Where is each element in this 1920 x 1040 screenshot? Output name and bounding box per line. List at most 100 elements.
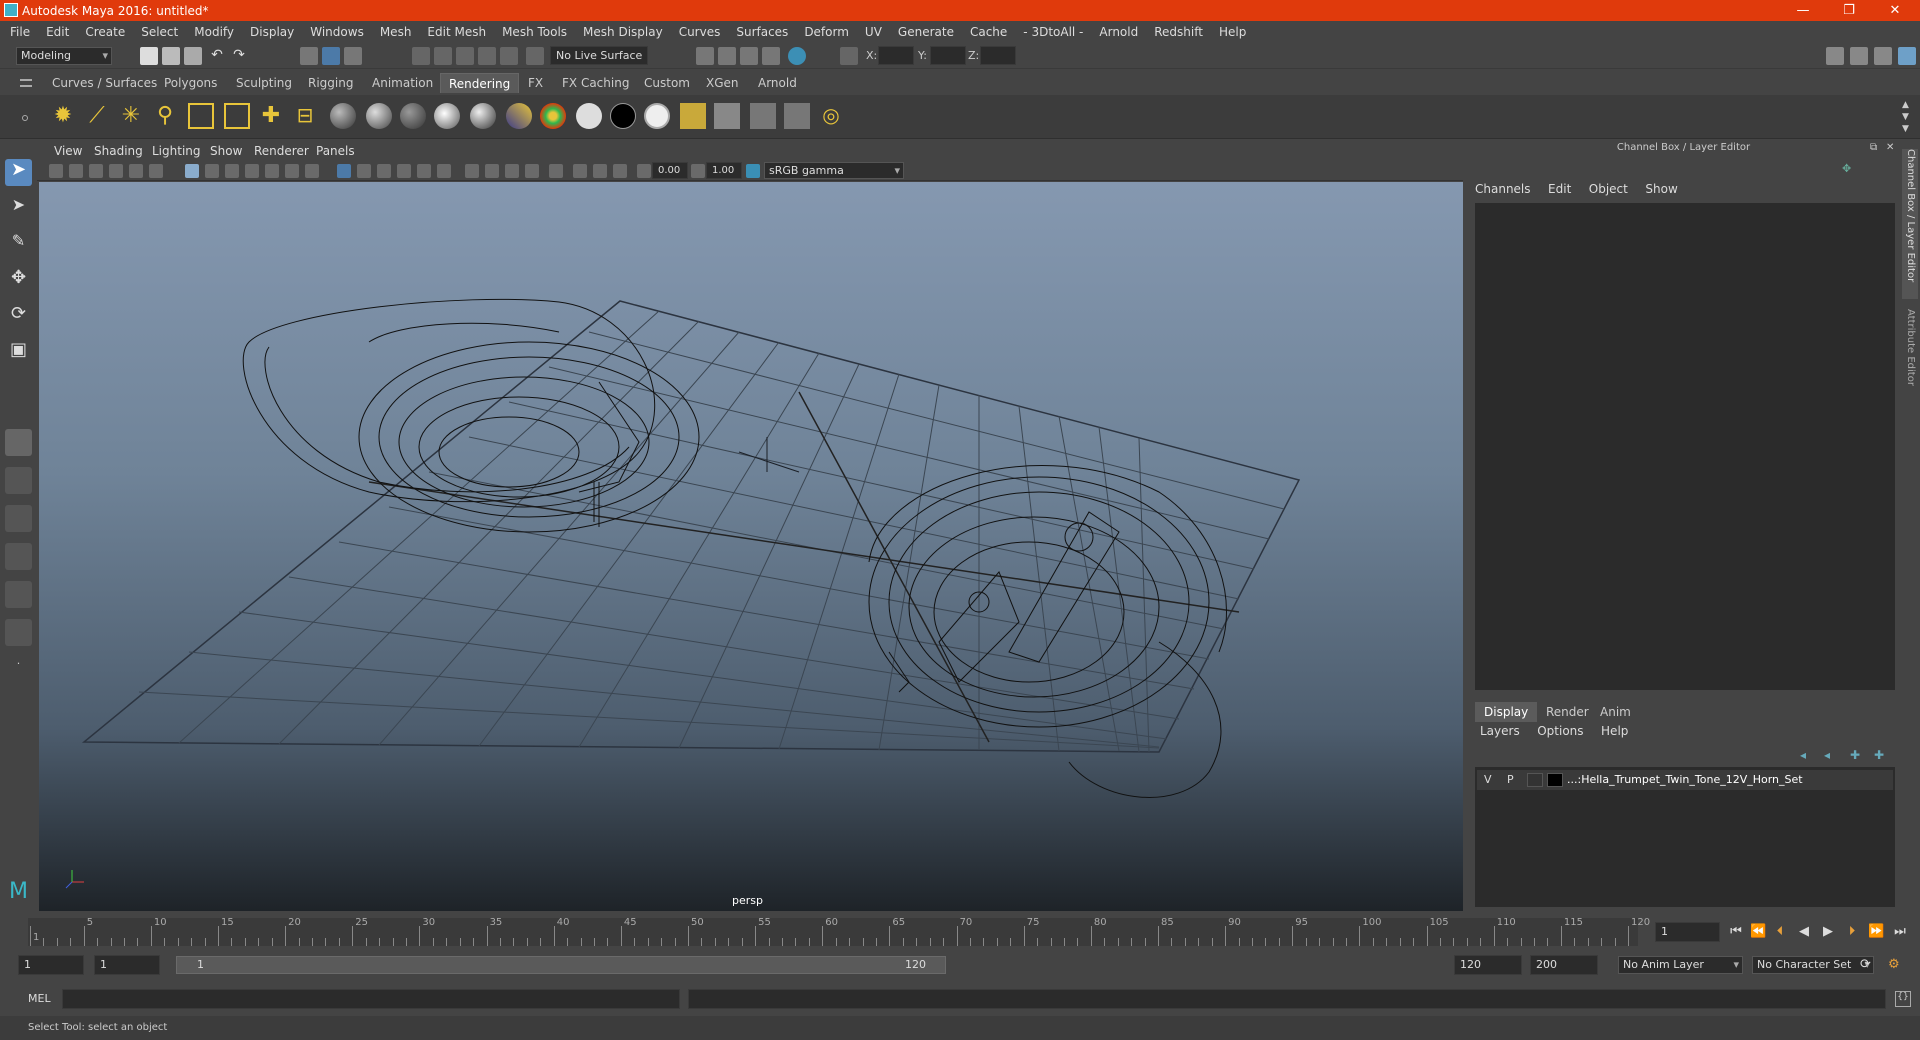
time-slider[interactable]: 1 5 10 15 20 25 30 35 40 45 50 55 60 65 70 75 80 85 90 95 10… [28,917,1650,946]
color-management-icon[interactable] [746,164,760,178]
select-component-icon[interactable] [344,47,362,65]
scale-tool-icon[interactable]: ▣ [5,339,32,366]
menu-deform[interactable]: Deform [804,25,849,39]
shelf-menu-icon[interactable] [20,79,32,87]
anim-preferences-icon[interactable]: ⚙ [1888,957,1904,973]
range-slider[interactable]: 1 120 [176,956,946,974]
step-back-key-icon[interactable]: ⏴ [1772,924,1788,940]
menu-curves[interactable]: Curves [679,25,721,39]
layer-color-swatch[interactable] [1547,773,1563,787]
menu-mesh[interactable]: Mesh [380,25,412,39]
play-backwards-icon[interactable]: ◀ [1796,924,1812,940]
wireframe-icon[interactable] [337,164,351,178]
attribute-editor-toggle-icon[interactable] [1850,47,1868,65]
render-settings-icon[interactable] [696,47,714,65]
menuset-dropdown[interactable]: Modeling [16,47,112,65]
rotate-tool-icon[interactable]: ⟳ [5,303,32,330]
hypershade-shelf-icon[interactable]: ◎ [818,103,844,129]
transform-constraint-icon[interactable] [840,47,858,65]
step-forward-icon[interactable]: ⏩ [1868,924,1884,940]
anti-aliasing-icon[interactable] [505,164,519,178]
bake-icon[interactable] [750,103,776,129]
panel-float-icon[interactable]: ⧉ [1870,142,1877,153]
isolate-select-icon[interactable] [549,164,563,178]
minimize-button[interactable]: — [1780,0,1826,21]
motion-blur-icon[interactable] [485,164,499,178]
lasso-tool-icon[interactable]: ➤ [5,195,32,222]
paint-select-tool-icon[interactable]: ✎ [5,231,32,258]
channel-box-settings-icon[interactable]: ✥ [1842,162,1851,175]
wireframe-on-shaded-icon[interactable] [377,164,391,178]
film-gate-icon[interactable] [205,164,219,178]
tab-sculpting[interactable]: Sculpting [228,73,300,93]
blinn-icon[interactable] [366,103,392,129]
tab-animation[interactable]: Animation [364,73,441,93]
y-field[interactable] [930,46,966,65]
graph-view-icon[interactable] [5,581,32,608]
render-view-shelf-icon[interactable] [680,103,706,129]
gamma-icon[interactable] [691,164,705,178]
lambert-icon[interactable] [330,103,356,129]
viewport-menu-view[interactable]: View [54,144,82,158]
undo-icon[interactable]: ↶ [208,47,226,65]
viewport-menu-panels[interactable]: Panels [316,144,355,158]
menu-redshift[interactable]: Redshift [1154,25,1203,39]
viewport-menu-show[interactable]: Show [210,144,242,158]
new-layer-selected-icon[interactable]: ✚ [1874,748,1884,762]
menu-surfaces[interactable]: Surfaces [736,25,788,39]
tab-arnold[interactable]: Arnold [750,73,805,93]
exposure-icon[interactable] [637,164,651,178]
depth-of-field-icon[interactable] [525,164,539,178]
redo-icon[interactable]: ↷ [230,47,248,65]
tab-fx-caching[interactable]: FX Caching [554,73,637,93]
layers-menu[interactable]: Layers [1480,724,1520,738]
shelf-scroll-icon[interactable]: ▲ ▼ ▼ [1902,99,1909,135]
safe-action-icon[interactable] [285,164,299,178]
step-back-icon[interactable]: ⏪ [1750,924,1766,940]
menu-cache[interactable]: Cache [970,25,1007,39]
go-to-start-icon[interactable]: ⏮ [1728,924,1744,940]
help-menu[interactable]: Help [1601,724,1628,738]
anim-layer-dropdown[interactable]: No Anim Layer [1618,956,1743,974]
move-layer-up-icon[interactable]: ◂ [1800,748,1806,762]
restore-button[interactable]: ❐ [1826,0,1872,21]
side-tab-channel-box[interactable]: Channel Box / Layer Editor [1902,149,1918,299]
gate-mask-icon[interactable] [245,164,259,178]
menu-arnold[interactable]: Arnold [1099,25,1138,39]
xray-active-icon[interactable] [593,164,607,178]
tab-fx[interactable]: FX [520,73,551,93]
menu-create[interactable]: Create [85,25,125,39]
viewport-menu-lighting[interactable]: Lighting [152,144,201,158]
camera-icon[interactable]: ✚ [258,103,284,129]
layer-playback-toggle[interactable]: P [1507,773,1514,786]
tool-settings-toggle-icon[interactable] [1874,47,1892,65]
layer-name[interactable]: ...:Hella_Trumpet_Twin_Tone_12V_Horn_Set [1567,773,1803,786]
channel-box-toggle-icon[interactable] [1898,47,1916,65]
menu-edit-mesh[interactable]: Edit Mesh [427,25,486,39]
menu-modify[interactable]: Modify [194,25,234,39]
close-button[interactable]: ✕ [1872,0,1918,21]
camera-attributes-icon[interactable] [69,164,83,178]
field-chart-icon[interactable] [265,164,279,178]
screen-space-ao-icon[interactable] [465,164,479,178]
snap-curve-icon[interactable] [434,47,452,65]
2d-pan-zoom-icon[interactable] [149,164,163,178]
snap-surface-icon[interactable] [500,47,518,65]
use-all-lights-icon[interactable] [417,164,431,178]
command-input[interactable] [62,989,680,1009]
spot-light-icon[interactable]: ⚲ [152,103,178,129]
panel-close-icon[interactable]: ✕ [1886,142,1894,153]
move-tool-icon[interactable]: ✥ [5,267,32,294]
shading-map-icon[interactable] [644,103,670,129]
end-time-field[interactable]: 200 [1530,955,1598,975]
shadows-icon[interactable] [437,164,451,178]
xray-joints-icon[interactable] [613,164,627,178]
render-frame-icon[interactable] [740,47,758,65]
grease-pencil-icon[interactable] [129,164,143,178]
outliner-view-icon[interactable] [5,543,32,570]
menu-file[interactable]: File [10,25,30,39]
options-menu[interactable]: Options [1537,724,1583,738]
ramp-shader-icon[interactable] [540,103,566,129]
batch-bake-icon[interactable] [784,103,810,129]
tab-anim[interactable]: Anim [1591,702,1640,722]
